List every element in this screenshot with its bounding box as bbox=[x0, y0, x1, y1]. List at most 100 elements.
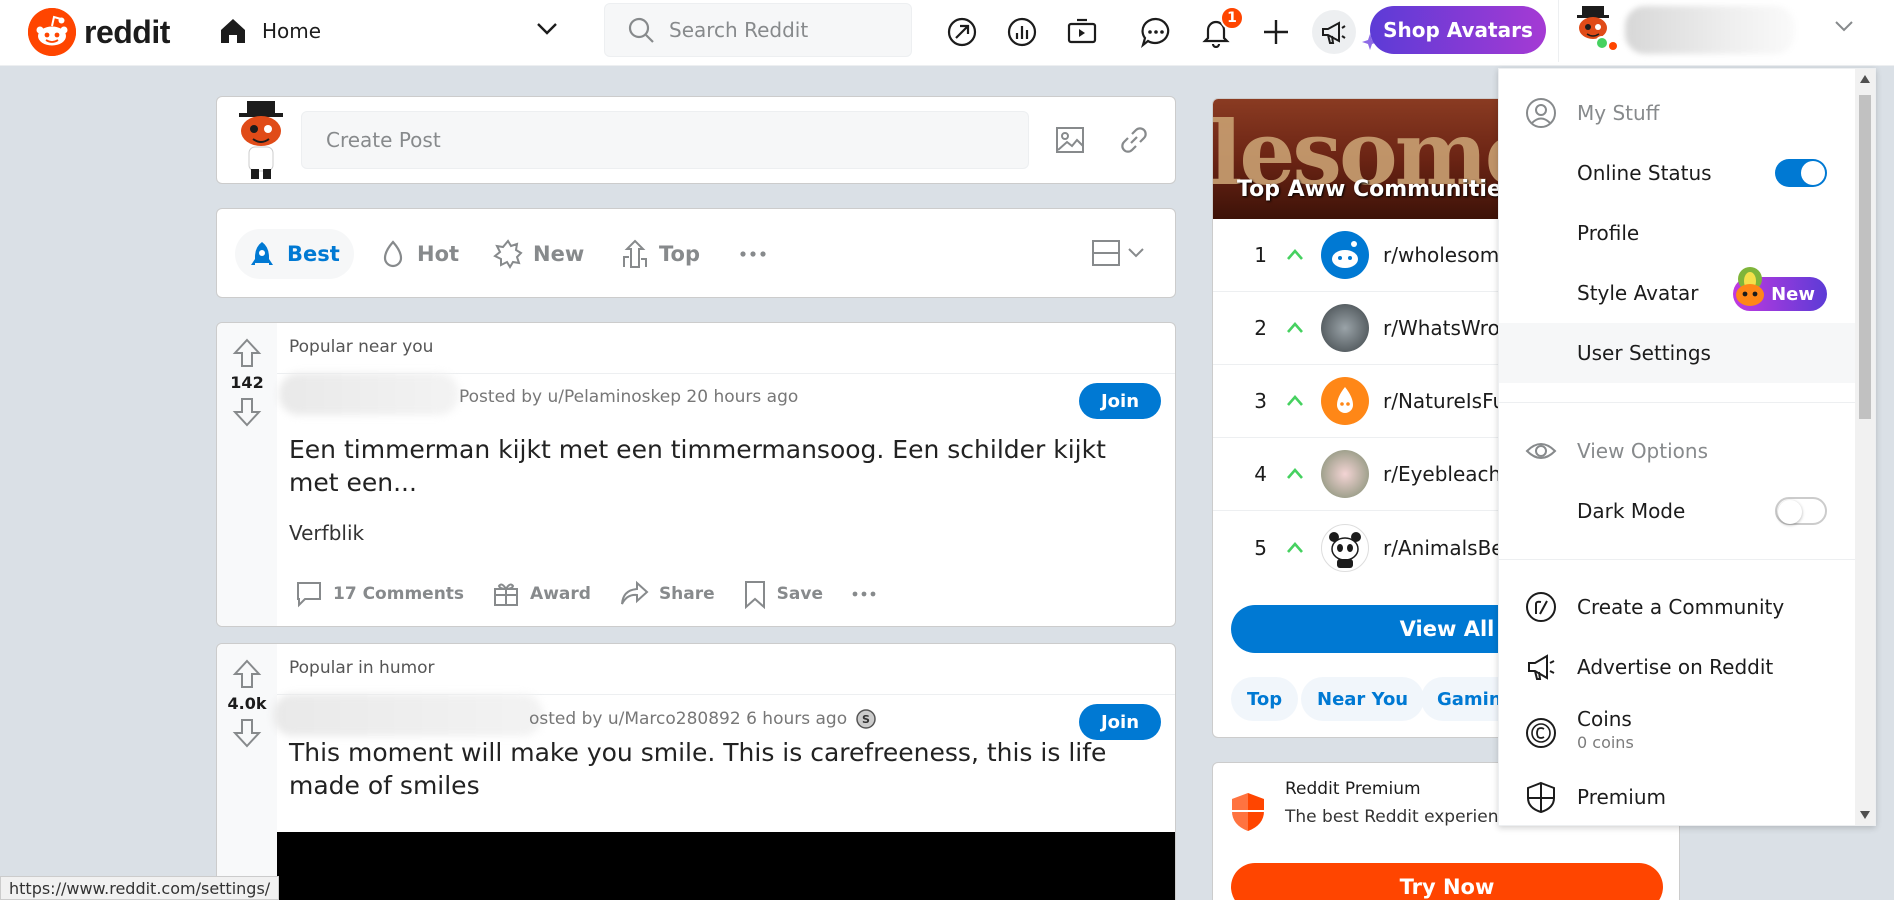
tab-best[interactable]: Best bbox=[235, 229, 354, 279]
post-card[interactable]: 142 Popular near you Posted by u/Pelamin… bbox=[216, 322, 1176, 627]
save-label: Save bbox=[776, 584, 823, 604]
chat-icon[interactable] bbox=[1134, 10, 1178, 54]
popular-icon[interactable] bbox=[940, 10, 984, 54]
sort-bar: Best Hot New Top bbox=[216, 208, 1176, 298]
top-header: reddit Home Search Reddit 1 Shop Avatars bbox=[0, 0, 1894, 66]
premium-item[interactable]: Premium bbox=[1499, 767, 1855, 825]
post-context-label: Popular in humor bbox=[289, 658, 435, 678]
scroll-down-arrow-icon[interactable] bbox=[1860, 811, 1870, 819]
megaphone-icon[interactable] bbox=[1312, 10, 1356, 54]
chevron-down-icon bbox=[536, 22, 558, 36]
layout-switcher[interactable] bbox=[1091, 239, 1145, 267]
online-status-toggle[interactable] bbox=[1775, 159, 1827, 187]
view-options-label: View Options bbox=[1577, 439, 1708, 463]
premium-title: Reddit Premium bbox=[1285, 779, 1421, 799]
link-icon[interactable] bbox=[1119, 125, 1149, 155]
shop-avatars-button[interactable]: Shop Avatars bbox=[1370, 6, 1546, 54]
join-button[interactable]: Join bbox=[1079, 383, 1161, 419]
comments-button[interactable]: 17 Comments bbox=[295, 580, 464, 608]
dropdown-scrollbar[interactable] bbox=[1855, 69, 1875, 825]
divider bbox=[1499, 402, 1855, 403]
community-name-redacted bbox=[273, 694, 543, 736]
vote-column: 142 bbox=[217, 323, 277, 626]
create-post-card: Create Post bbox=[216, 96, 1176, 184]
community-rank: 2 bbox=[1254, 316, 1267, 340]
video-icon[interactable] bbox=[1060, 10, 1104, 54]
tab-top[interactable]: Top bbox=[621, 229, 700, 279]
upvote-icon[interactable] bbox=[232, 337, 262, 369]
user-menu-toggle[interactable] bbox=[1558, 0, 1878, 62]
online-status-item[interactable]: Online Status bbox=[1499, 143, 1855, 203]
dark-mode-item[interactable]: Dark Mode bbox=[1499, 481, 1855, 541]
style-avatar-label: Style Avatar bbox=[1577, 281, 1699, 305]
profile-label: Profile bbox=[1577, 221, 1640, 245]
advertise-item[interactable]: Advertise on Reddit bbox=[1499, 637, 1855, 697]
post-byline: Posted by u/Pelaminoskep 20 hours ago bbox=[459, 387, 799, 407]
vote-count: 142 bbox=[230, 373, 264, 392]
premium-label: Premium bbox=[1577, 785, 1666, 809]
save-button[interactable]: Save bbox=[743, 579, 823, 609]
premium-shield-icon bbox=[1229, 791, 1267, 833]
search-placeholder: Search Reddit bbox=[669, 18, 809, 42]
downvote-icon[interactable] bbox=[232, 717, 262, 749]
dark-mode-toggle[interactable] bbox=[1775, 497, 1827, 525]
more-sort-options-icon[interactable] bbox=[739, 229, 767, 279]
rank-up-icon bbox=[1285, 321, 1305, 335]
style-avatar-item[interactable]: Style Avatar New bbox=[1499, 263, 1855, 323]
eye-icon bbox=[1525, 435, 1557, 467]
user-avatar[interactable] bbox=[229, 97, 293, 183]
community-name: r/NatureIsFu bbox=[1383, 389, 1506, 413]
post-card[interactable]: 4.0k Popular in humor osted by u/Marco28… bbox=[216, 643, 1176, 900]
image-upload-icon[interactable] bbox=[1055, 125, 1085, 155]
tab-best-label: Best bbox=[287, 242, 340, 266]
vote-count: 4.0k bbox=[227, 694, 267, 713]
create-community-item[interactable]: Create a Community bbox=[1499, 577, 1855, 637]
home-icon bbox=[218, 16, 248, 46]
plus-icon[interactable] bbox=[1254, 10, 1298, 54]
username-redacted bbox=[1625, 6, 1795, 54]
upvote-icon[interactable] bbox=[232, 658, 262, 690]
post-video[interactable] bbox=[277, 832, 1175, 900]
share-label: Share bbox=[658, 584, 715, 604]
post-title[interactable]: Een timmerman kijkt met een timmermansoo… bbox=[289, 433, 1149, 499]
reddit-logo[interactable]: reddit bbox=[28, 8, 170, 56]
tab-hot-label: Hot bbox=[417, 242, 460, 266]
divider bbox=[1499, 559, 1855, 560]
coins-item[interactable]: Coins 0 coins bbox=[1499, 697, 1855, 767]
community-icon bbox=[1321, 231, 1369, 279]
post-actions: 17 Comments Award Share Save bbox=[295, 579, 905, 609]
scroll-up-arrow-icon[interactable] bbox=[1860, 75, 1870, 83]
topic-pill-near-you[interactable]: Near You bbox=[1301, 677, 1425, 721]
dark-mode-label: Dark Mode bbox=[1577, 499, 1686, 523]
create-post-input[interactable]: Create Post bbox=[301, 111, 1029, 169]
gift-icon bbox=[492, 580, 520, 608]
award-button[interactable]: Award bbox=[492, 580, 591, 608]
share-icon bbox=[619, 580, 649, 608]
coins-icon bbox=[1525, 717, 1557, 749]
tab-new[interactable]: New bbox=[493, 229, 584, 279]
topic-pill-top[interactable]: Top bbox=[1231, 677, 1299, 721]
user-settings-item[interactable]: User Settings bbox=[1499, 323, 1855, 383]
profile-item[interactable]: Profile bbox=[1499, 203, 1855, 263]
rank-up-icon bbox=[1285, 248, 1305, 262]
shield-icon bbox=[1525, 781, 1557, 813]
join-button[interactable]: Join bbox=[1079, 704, 1161, 740]
stats-icon[interactable] bbox=[1000, 10, 1044, 54]
downvote-icon[interactable] bbox=[232, 396, 262, 428]
online-status-dot bbox=[1595, 36, 1609, 50]
tab-hot[interactable]: Hot bbox=[379, 229, 459, 279]
post-byline-text: osted by u/Marco280892 6 hours ago bbox=[529, 709, 848, 729]
share-button[interactable]: Share bbox=[619, 580, 715, 608]
user-circle-icon bbox=[1525, 97, 1557, 129]
post-body: Verfblik bbox=[289, 521, 365, 545]
try-now-button[interactable]: Try Now bbox=[1231, 863, 1663, 900]
search-input[interactable]: Search Reddit bbox=[604, 3, 912, 57]
home-dropdown[interactable]: Home bbox=[218, 8, 564, 54]
svg-text:S: S bbox=[862, 713, 870, 726]
post-context-label: Popular near you bbox=[289, 337, 434, 357]
post-title[interactable]: This moment will make you smile. This is… bbox=[289, 736, 1149, 802]
rank-up-icon bbox=[1285, 394, 1305, 408]
advertise-label: Advertise on Reddit bbox=[1577, 655, 1774, 679]
more-options-icon[interactable] bbox=[851, 590, 877, 598]
scrollbar-thumb[interactable] bbox=[1859, 95, 1871, 419]
